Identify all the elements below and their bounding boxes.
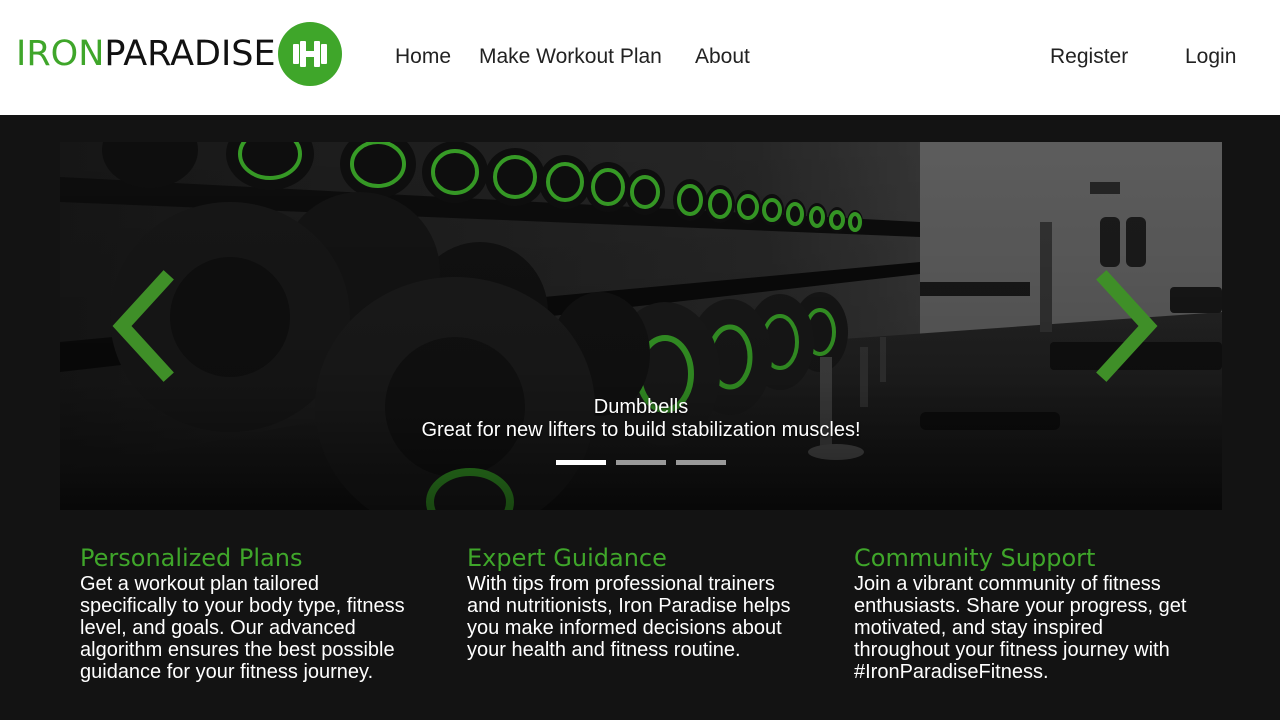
slide-title: Dumbbells	[593, 396, 689, 418]
nav-make-workout-plan-link[interactable]: Make Workout Plan	[479, 44, 662, 70]
hero-carousel: Dumbbells Great for new lifters to build…	[60, 142, 1222, 510]
nav-home-link[interactable]: Home	[395, 44, 451, 70]
slide-caption: Great for new lifters to build stabiliza…	[421, 419, 861, 441]
carousel-prev-button[interactable]	[100, 270, 180, 382]
chevron-right-icon	[1096, 270, 1158, 382]
feature-title: Community Support	[854, 544, 1096, 572]
feature-expert-guidance: Expert Guidance With tips from professio…	[467, 543, 797, 661]
carousel-indicators	[556, 460, 726, 465]
brand-name-paradise: PARADISE	[104, 33, 276, 74]
feature-personalized-plans: Personalized Plans Get a workout plan ta…	[80, 543, 410, 683]
chevron-left-icon	[112, 270, 174, 382]
register-link[interactable]: Register	[1050, 44, 1128, 70]
carousel-next-button[interactable]	[1090, 270, 1170, 382]
feature-title: Expert Guidance	[467, 544, 667, 572]
feature-body: Join a vibrant community of fitness enth…	[854, 573, 1187, 683]
dumbbell-icon	[277, 22, 342, 86]
feature-body: With tips from professional trainers and…	[467, 573, 791, 661]
top-navbar: IRONPARADISE Home Make Workout Plan Abou…	[0, 0, 1280, 115]
feature-body: Get a workout plan tailored specifically…	[80, 573, 405, 683]
feature-community-support: Community Support Join a vibrant communi…	[854, 543, 1204, 683]
brand-logo[interactable]: IRONPARADISE	[16, 20, 342, 88]
carousel-indicator-1[interactable]	[556, 460, 606, 465]
brand-name: IRONPARADISE	[16, 33, 276, 74]
carousel-indicator-3[interactable]	[676, 460, 726, 465]
feature-title: Personalized Plans	[80, 544, 303, 572]
carousel-indicator-2[interactable]	[616, 460, 666, 465]
brand-name-iron: IRON	[16, 33, 105, 74]
nav-about-link[interactable]: About	[695, 44, 750, 70]
gym-dumbbell-photo	[60, 142, 1222, 510]
login-link[interactable]: Login	[1185, 44, 1236, 70]
